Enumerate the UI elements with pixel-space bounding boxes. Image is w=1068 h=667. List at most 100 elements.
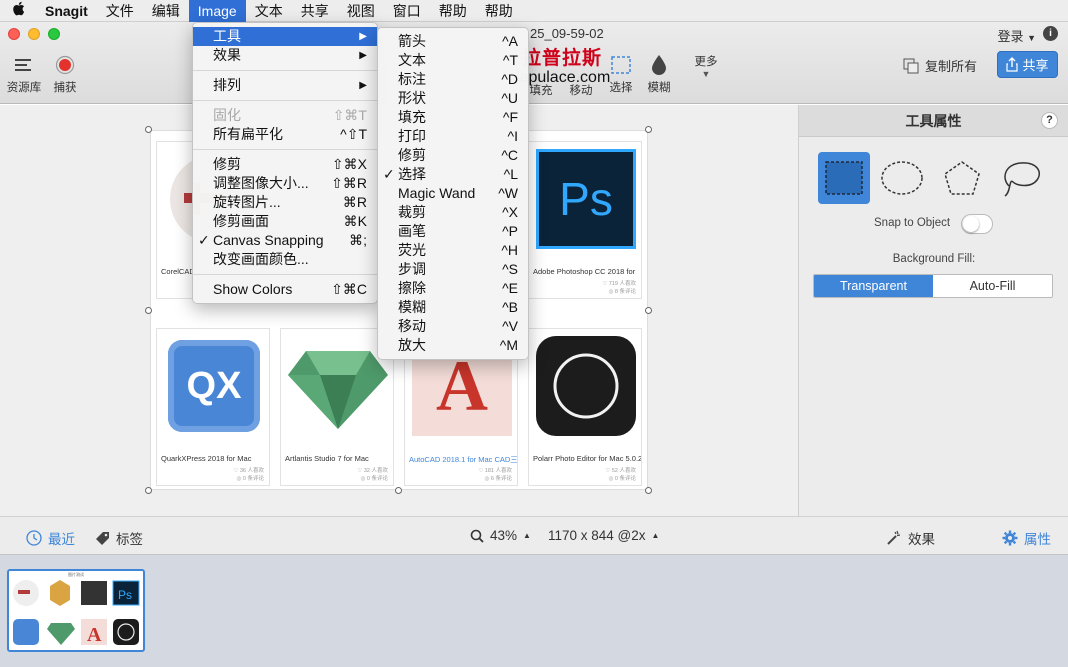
image-menu-item[interactable]: 排列 ▶	[193, 76, 377, 95]
capture-button[interactable]: 捕获	[50, 54, 80, 95]
library-button[interactable]: 资源库	[6, 54, 42, 95]
resize-handle[interactable]	[645, 126, 652, 133]
background-fill-label: Background Fill:	[892, 253, 976, 265]
menu-edit[interactable]: 编辑	[143, 0, 189, 22]
menu-item-label: 所有扁平化	[213, 126, 283, 142]
quarkxpress-icon: QX	[157, 329, 271, 443]
menu-item-label: Show Colors	[213, 281, 293, 297]
menu-item-shortcut: ^C	[501, 147, 518, 163]
resize-handle[interactable]	[145, 126, 152, 133]
menu-item-label: 工具	[213, 28, 241, 44]
tray-capture-thumbnail[interactable]: 图片测试 Ps A	[7, 569, 145, 652]
tools-menu-item[interactable]: 擦除 ^E	[378, 279, 528, 298]
resize-handle[interactable]	[645, 307, 652, 314]
tools-menu-item[interactable]: 荧光 ^H	[378, 241, 528, 260]
freehand-selection-button[interactable]	[996, 152, 1048, 204]
menu-share[interactable]: 共享	[292, 0, 338, 22]
menu-image[interactable]: Image	[188, 0, 246, 22]
fill-option-auto-fill[interactable]: Auto-Fill	[933, 275, 1052, 297]
image-menu-item[interactable]: Show Colors ⇧⌘C	[193, 280, 377, 299]
image-menu-item[interactable]: 效果 ▶	[193, 46, 377, 65]
tools-menu-item[interactable]: 标注 ^D	[378, 70, 528, 89]
card-meta: ♡ 181 人喜欢 ◎ 6 条评论	[478, 468, 512, 482]
image-menu-item[interactable]: 修剪画面 ⌘K	[193, 212, 377, 231]
rectangle-selection-button[interactable]	[818, 152, 870, 204]
image-menu-item[interactable]: 工具 ▶	[193, 27, 377, 46]
menu-help[interactable]: 帮助	[430, 0, 476, 22]
image-menu-item[interactable]: 旋转图片... ⌘R	[193, 193, 377, 212]
menu-item-label: 文本	[398, 52, 426, 68]
tools-menu-item[interactable]: Magic Wand ^W	[378, 184, 528, 203]
menu-item-shortcut: ^M	[499, 337, 518, 353]
minimize-window-button[interactable]	[28, 28, 40, 40]
tags-button[interactable]: 标签	[95, 528, 143, 548]
image-menu-item[interactable]: 修剪 ⇧⌘X	[193, 155, 377, 174]
resize-handle[interactable]	[145, 307, 152, 314]
snap-to-object-toggle[interactable]	[961, 214, 993, 234]
tools-menu-item[interactable]: 箭头 ^A	[378, 32, 528, 51]
tools-menu-item[interactable]: 移动 ^V	[378, 317, 528, 336]
menu-view[interactable]: 视图	[338, 0, 384, 22]
properties-button[interactable]: 属性	[1002, 528, 1051, 548]
tray-ps-label: Ps	[118, 588, 132, 602]
image-menu-item[interactable]: ✓ Canvas Snapping ⌘;	[193, 231, 377, 250]
menu-text[interactable]: 文本	[246, 0, 292, 22]
snap-to-object-label: Snap to Object	[874, 217, 951, 229]
apple-icon[interactable]	[0, 1, 36, 20]
menu-item-label: 旋转图片...	[213, 194, 281, 210]
dimensions-control[interactable]: 1170 x 844 @2x ▲	[548, 528, 659, 543]
share-button[interactable]: 共享	[997, 51, 1058, 78]
gear-icon	[1002, 530, 1018, 546]
tools-menu-item[interactable]: 画笔 ^P	[378, 222, 528, 241]
copy-all-button[interactable]: 复制所有	[903, 56, 977, 75]
menu-item-label: 填充	[398, 109, 426, 125]
tools-menu-item[interactable]: 步调 ^S	[378, 260, 528, 279]
login-menu[interactable]: 登录 ▼	[997, 26, 1036, 45]
window-controls	[8, 28, 60, 40]
share-label: 共享	[1022, 58, 1049, 73]
close-window-button[interactable]	[8, 28, 20, 40]
lasso-icon	[1004, 162, 1041, 197]
resize-handle[interactable]	[395, 487, 402, 494]
blur-drop-icon	[645, 54, 673, 76]
menu-item-shortcut: ⌘R	[342, 194, 367, 210]
tools-menu-item[interactable]: 裁剪 ^X	[378, 203, 528, 222]
menu-file[interactable]: 文件	[97, 0, 143, 22]
tools-menu-item[interactable]: 填充 ^F	[378, 108, 528, 127]
tools-menu-item[interactable]: 模糊 ^B	[378, 298, 528, 317]
menu-window[interactable]: 窗口	[384, 0, 430, 22]
effects-button[interactable]: 效果	[886, 528, 935, 548]
menu-app-name[interactable]: Snagit	[36, 0, 97, 22]
select-tool-button[interactable]: 选择	[607, 54, 635, 95]
zoom-control[interactable]: 43% ▲	[470, 528, 531, 543]
tools-menu-item[interactable]: 放大 ^M	[378, 336, 528, 355]
menu-item-shortcut: ^F	[502, 109, 518, 125]
tools-menu-item[interactable]: 打印 ^I	[378, 127, 528, 146]
tools-menu-item[interactable]: ✓ 选择 ^L	[378, 165, 528, 184]
more-tools-button[interactable]: 更多 ▼	[692, 53, 720, 79]
image-menu-item[interactable]: 改变画面颜色...	[193, 250, 377, 269]
menu-separator	[193, 100, 377, 101]
menu-help-2[interactable]: 帮助	[476, 0, 522, 22]
resize-handle[interactable]	[145, 487, 152, 494]
zoom-window-button[interactable]	[48, 28, 60, 40]
resize-handle[interactable]	[645, 487, 652, 494]
menu-item-label: 裁剪	[398, 204, 426, 220]
ellipse-selection-button[interactable]	[876, 152, 928, 204]
menu-item-shortcut: ^A	[502, 33, 518, 49]
image-menu-item[interactable]: 所有扁平化 ^⇧T	[193, 125, 377, 144]
properties-label: 属性	[1024, 532, 1051, 547]
tools-menu-item[interactable]: 形状 ^U	[378, 89, 528, 108]
image-menu-dropdown: 工具 ▶ 效果 ▶ 排列 ▶ 固化 ⇧⌘T 所有扁平化 ^⇧T 修剪 ⇧⌘X 调整图像大小... ⇧⌘R 旋…	[192, 22, 378, 304]
fill-option-transparent[interactable]: Transparent	[814, 275, 933, 297]
zoom-chevron-icon: ▲	[523, 531, 531, 540]
tools-menu-item[interactable]: 修剪 ^C	[378, 146, 528, 165]
info-icon[interactable]: i	[1043, 26, 1058, 41]
tools-menu-item[interactable]: 文本 ^T	[378, 51, 528, 70]
menu-item-shortcut: ^D	[501, 71, 518, 87]
image-menu-item[interactable]: 调整图像大小... ⇧⌘R	[193, 174, 377, 193]
help-button[interactable]: ?	[1041, 112, 1058, 129]
recent-button[interactable]: 最近	[26, 528, 75, 548]
polygon-selection-button[interactable]	[936, 152, 988, 204]
blur-tool-button[interactable]: 模糊	[645, 54, 673, 95]
